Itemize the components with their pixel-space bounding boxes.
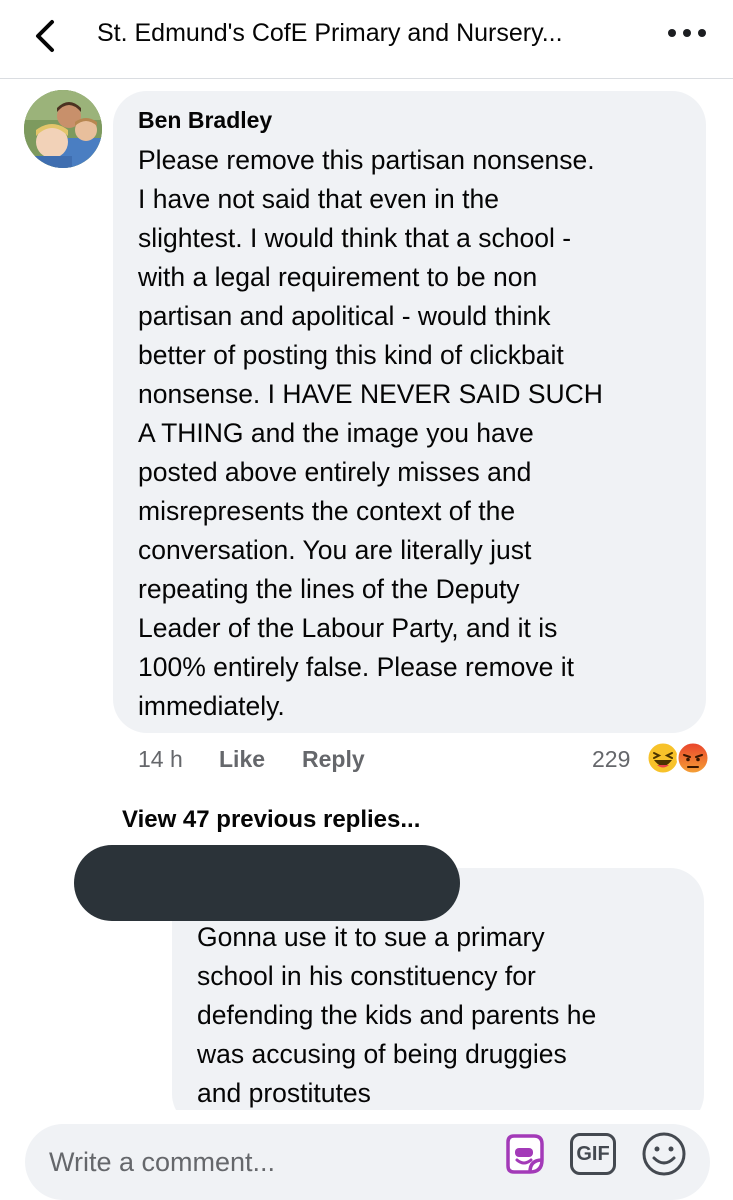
more-options-button[interactable]: [664, 20, 710, 46]
more-horizontal-icon: [668, 29, 676, 37]
laughing-emoji-icon[interactable]: [646, 741, 680, 775]
chevron-left-icon: [36, 20, 54, 52]
comment-author[interactable]: Ben Bradley: [138, 104, 272, 136]
gif-button[interactable]: GIF: [570, 1133, 616, 1175]
reply-button[interactable]: Reply: [302, 740, 365, 778]
smiley-icon[interactable]: [640, 1130, 688, 1178]
comment-meta-row: 14 h Like Reply 229: [0, 740, 733, 780]
gif-label: GIF: [576, 1143, 610, 1165]
comment-composer: [0, 1110, 733, 1200]
angry-emoji-icon[interactable]: [676, 741, 710, 775]
reaction-count[interactable]: 229: [592, 740, 630, 778]
profile-photo: [24, 90, 102, 168]
view-previous-replies-link[interactable]: View 47 previous replies...: [122, 803, 420, 837]
back-button[interactable]: [26, 16, 66, 56]
avatar[interactable]: [24, 90, 102, 168]
sticker-icon[interactable]: [500, 1130, 548, 1178]
top-bar: St. Edmund's CofE Primary and Nursery...: [0, 0, 733, 79]
reply-text: Gonna use it to sue a primary school in …: [197, 922, 597, 1108]
comment-timestamp[interactable]: 14 h: [138, 740, 183, 778]
page-title: St. Edmund's CofE Primary and Nursery...: [97, 19, 563, 47]
comment-text: Please remove this partisan nonsense. I …: [138, 145, 603, 721]
redacted-author-name: [74, 845, 460, 921]
like-button[interactable]: Like: [219, 740, 265, 778]
